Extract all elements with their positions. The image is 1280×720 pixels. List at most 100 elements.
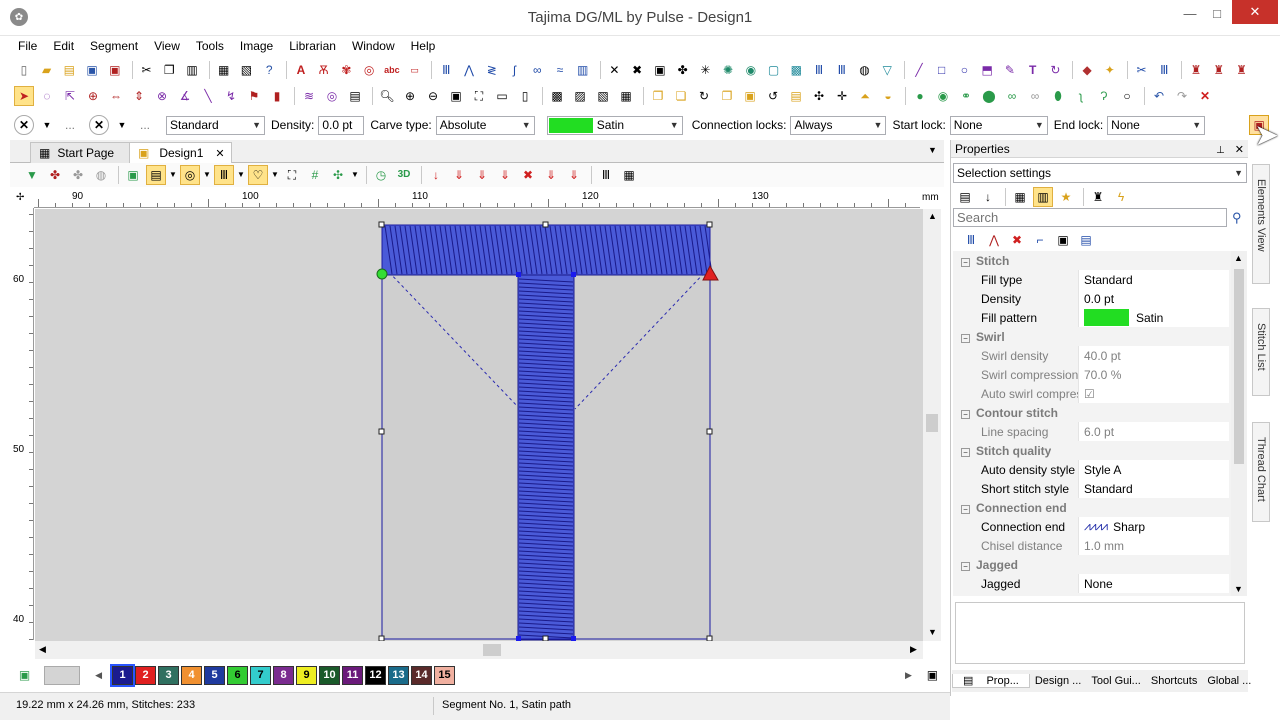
help-icon[interactable]: ? <box>259 60 279 80</box>
property-value-cell[interactable]: 6.0 pt <box>1078 422 1229 441</box>
current-color-box[interactable] <box>44 665 81 685</box>
property-row[interactable]: Fill type Standard <box>953 270 1229 289</box>
knife-icon[interactable]: ╲ <box>198 86 218 106</box>
thread-color-7[interactable]: 7 <box>250 665 272 685</box>
mirror-icon[interactable]: ⇔ <box>106 86 126 106</box>
property-row[interactable]: Density 0.0 pt <box>953 289 1229 308</box>
pin-icon[interactable]: ⊥ <box>1216 145 1225 156</box>
stitch-step-4-icon[interactable]: ⇓ <box>495 165 515 185</box>
print-icon[interactable]: ▦ <box>214 60 234 80</box>
property-row[interactable]: Jagged None <box>953 574 1229 593</box>
circle-lettering-icon[interactable]: ◎ <box>359 60 379 80</box>
tab-global[interactable]: Global ... <box>1202 675 1256 687</box>
thread-color-9[interactable]: 9 <box>296 665 318 685</box>
zoom-page-icon[interactable]: ▭ <box>492 86 512 106</box>
stitch-step-6-icon[interactable]: ⇓ <box>564 165 584 185</box>
machine-settings-icon[interactable]: ♜ <box>1088 187 1108 207</box>
thread-color-1[interactable]: 1 <box>110 663 136 687</box>
circle-fill-icon[interactable]: ◉ <box>741 60 761 80</box>
abc-icon[interactable]: abc <box>382 60 402 80</box>
stitch-tab-icon[interactable]: Ⅲ <box>961 230 981 250</box>
property-row[interactable]: Short stitch style Standard <box>953 479 1229 498</box>
zoom-fit-icon[interactable]: ⛶ <box>469 86 489 106</box>
properties-view-icon[interactable]: ▦ <box>1010 187 1030 207</box>
sort-alpha-icon[interactable]: ↓ <box>978 187 998 207</box>
thread-color-13[interactable]: 13 <box>388 665 410 685</box>
frame-icon[interactable]: ▢ <box>764 60 784 80</box>
property-category[interactable]: − Swirl <box>953 327 1229 346</box>
properties-search-input[interactable] <box>953 208 1227 227</box>
grey-chain-icon[interactable]: ∞ <box>1025 86 1045 106</box>
reshape-icon[interactable]: ⇱ <box>60 86 80 106</box>
guides-icon[interactable]: ✣ <box>328 165 348 185</box>
collapse-icon[interactable]: − <box>961 447 970 457</box>
select-pointer-icon[interactable]: ➤ <box>14 86 34 106</box>
tab-properties[interactable]: ▤ Prop... <box>952 674 1030 688</box>
green-sphere-icon[interactable]: ● <box>910 86 930 106</box>
advanced-view-icon[interactable]: ▥ <box>1033 187 1053 207</box>
print-preview-icon[interactable]: ▧ <box>237 60 257 80</box>
property-value-cell[interactable]: None <box>1078 574 1229 593</box>
fill-box-icon[interactable]: ▣ <box>650 60 670 80</box>
satin-tab-icon[interactable]: ⋀ <box>984 230 1004 250</box>
green-hook-icon[interactable]: Ɂ <box>1094 86 1114 106</box>
scroll-down-icon[interactable]: ▼ <box>1234 584 1243 594</box>
property-value-cell[interactable]: Style A <box>1078 460 1229 479</box>
tatami-icon[interactable]: ▥ <box>573 60 593 80</box>
stitch-delete-icon[interactable]: ✖ <box>518 165 538 185</box>
3d-view-icon[interactable]: 3D <box>394 165 414 185</box>
vertical-ruler[interactable]: 60 50 40 <box>12 208 34 640</box>
pin-tool-icon[interactable]: ⚑ <box>244 86 264 106</box>
maximize-button[interactable]: □ <box>1205 0 1229 26</box>
machine-icon[interactable]: ♜ <box>1186 60 1206 80</box>
bottle-icon[interactable]: ▮ <box>267 86 287 106</box>
grid-icon[interactable]: # <box>305 165 325 185</box>
horizontal-scrollbar[interactable]: ◀ ▶ <box>35 641 923 659</box>
favorite-star-icon[interactable]: ★ <box>1056 187 1076 207</box>
scroll-up-icon[interactable]: ▲ <box>928 211 937 221</box>
scroll-up-icon[interactable]: ▲ <box>1234 253 1243 263</box>
tab-tool-guide[interactable]: Tool Gui... <box>1086 675 1146 687</box>
more-options-button[interactable]: ... <box>135 115 155 135</box>
zoom-in-icon[interactable]: ⊕ <box>400 86 420 106</box>
multi-column-icon[interactable]: Ⅲ <box>809 60 829 80</box>
chevron-down-icon[interactable]: ▼ <box>37 115 57 135</box>
collapse-icon[interactable]: − <box>961 409 970 419</box>
property-row[interactable]: Line spacing 6.0 pt <box>953 422 1229 441</box>
green-link-icon[interactable]: ⚭ <box>956 86 976 106</box>
chevron-down-icon[interactable]: ▼ <box>203 165 211 185</box>
stitch-view-icon[interactable]: Ⅲ <box>214 165 234 185</box>
ruler-icon[interactable]: ▯ <box>515 86 535 106</box>
stitch-grid-icon[interactable]: ▦ <box>619 165 639 185</box>
property-row[interactable]: Connection end ⩘⩘⩘⩘ Sharp <box>953 517 1229 536</box>
ungroup-icon[interactable]: ▨ <box>570 86 590 106</box>
tab-elements-view[interactable]: Elements View <box>1252 164 1270 284</box>
lettering-icon[interactable]: A <box>291 60 311 80</box>
ruler-origin-icon[interactable]: ✢ <box>16 192 24 203</box>
property-value-cell[interactable]: 0.0 pt <box>1078 289 1229 308</box>
stitch-path-icon[interactable]: ≋ <box>299 86 319 106</box>
horizontal-scroll-thumb[interactable] <box>483 644 501 656</box>
thread-color-11[interactable]: 11 <box>342 665 364 685</box>
tab-list-chevron-icon[interactable]: ▼ <box>928 145 937 155</box>
bean-icon[interactable]: ≈ <box>550 60 570 80</box>
thread-color-15[interactable]: 15 <box>434 665 456 685</box>
vertical-scroll-thumb[interactable] <box>926 414 938 432</box>
close-tab-icon[interactable]: ✕ <box>215 147 224 160</box>
hoop-view-icon[interactable]: ⛶ <box>282 165 302 185</box>
duplicate-icon[interactable]: ❏ <box>671 86 691 106</box>
property-value-cell[interactable]: Standard <box>1078 270 1229 289</box>
effects-tab-icon[interactable]: ✖ <box>1007 230 1027 250</box>
compass-icon[interactable]: ✺ <box>718 60 738 80</box>
mirror-vertical-icon[interactable]: ⇕ <box>129 86 149 106</box>
funnel-icon[interactable]: ▽ <box>877 60 897 80</box>
clear-icon[interactable]: ✕ <box>89 115 109 135</box>
property-value-cell[interactable]: ☑ <box>1078 384 1229 403</box>
chevron-down-icon[interactable]: ▼ <box>112 115 132 135</box>
applique-icon[interactable]: ▩ <box>786 60 806 80</box>
style-select[interactable]: Standard ▼ <box>166 115 265 135</box>
cut-icon[interactable]: ✂ <box>137 60 157 80</box>
rotate-ccw-icon[interactable]: ↺ <box>763 86 783 106</box>
save-all-icon[interactable]: ▣ <box>105 60 125 80</box>
palette-settings-icon[interactable]: ▣ <box>924 665 941 685</box>
